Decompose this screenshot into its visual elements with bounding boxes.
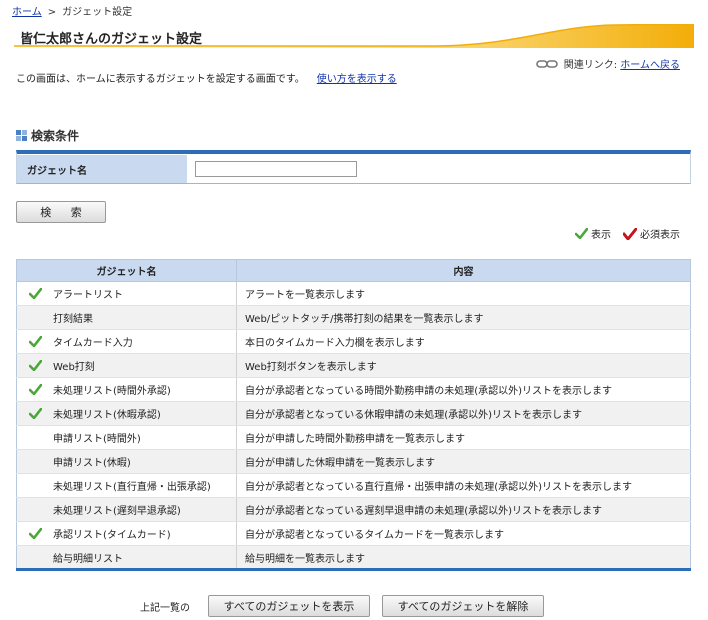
gadget-name-cell: 未処理リスト(休暇承認) [16,401,237,426]
gadget-content: 自分が承認者となっている直行直帰・出張申請の未処理(承認以外)リストを表示します [236,473,691,498]
related-links: 関連リンク: ホームへ戻る [535,56,680,71]
display-toggle[interactable] [17,408,53,419]
gadget-row[interactable]: 打刻結果 Web/ピットタッチ/携帯打刻の結果を一覧表示します [16,305,691,330]
gadget-name-cell: 申請リスト(時間外) [16,425,237,450]
gadget-row[interactable]: 未処理リスト(遅刻早退承認) 自分が承認者となっている遅刻早退申請の未処理(承認以… [16,497,691,522]
gadget-name-cell: 未処理リスト(直行直帰・出張承認) [16,473,237,498]
gadget-name: タイムカード入力 [53,338,133,349]
gadget-content: Web打刻ボタンを表示します [236,353,691,378]
gadget-name-cell: 未処理リスト(時間外承認) [16,377,237,402]
gadget-name-cell: 打刻結果 [16,305,237,330]
gadget-name: 承認リスト(タイムカード) [53,530,171,541]
title-bar: 皆仁太郎さんのガジェット設定 [14,24,694,48]
gadget-name: 給与明細リスト [53,553,123,565]
display-toggle[interactable] [17,384,53,395]
related-links-label: 関連リンク: [563,60,618,71]
gadget-content: 自分が申請した休暇申請を一覧表示します [236,449,691,474]
gadget-content: 自分が承認者となっているタイムカードを一覧表示します [236,521,691,546]
gadget-row[interactable]: 未処理リスト(時間外承認) 自分が承認者となっている時間外勤務申請の未処理(承認以… [16,377,691,402]
gadget-row[interactable]: タイムカード入力 本日のタイムカード入力欄を表示します [16,329,691,354]
search-section-title: 検索条件 [31,129,80,143]
gadget-table-body: アラートリスト アラートを一覧表示します打刻結果 Web/ピットタッチ/携帯打刻の結… [16,281,691,570]
gadget-row[interactable]: 申請リスト(時間外) 自分が申請した時間外勤務申請を一覧表示します [16,425,691,450]
search-button[interactable]: 検 索 [16,201,106,223]
breadcrumb-current: ガジェット設定 [62,7,133,18]
gadget-row[interactable]: 未処理リスト(直行直帰・出張承認) 自分が承認者となっている直行直帰・出張申請の未… [16,473,691,498]
gadget-name-cell: 未処理リスト(遅刻早退承認) [16,497,237,522]
gadget-content: Web/ピットタッチ/携帯打刻の結果を一覧表示します [236,305,691,330]
gadget-row[interactable]: 申請リスト(休暇) 自分が申請した休暇申請を一覧表示します [16,449,691,474]
gadget-content: アラートを一覧表示します [236,281,691,306]
green-check-icon [28,360,42,371]
breadcrumb-home-link[interactable]: ホーム [12,7,42,18]
gadget-name: 打刻結果 [53,314,93,325]
gadget-name: 未処理リスト(休暇承認) [53,410,161,421]
green-check-icon [28,408,42,419]
legend-required-label: 必須表示 [640,230,680,241]
red-check-icon [623,227,637,240]
page-title: 皆仁太郎さんのガジェット設定 [20,32,203,47]
display-toggle[interactable] [17,528,53,539]
search-form: ガジェット名 [16,150,691,184]
page-description: この画面は、ホームに表示するガジェットを設定する画面です。 使い方を表示する [16,70,397,85]
legend-display-label: 表示 [591,230,611,241]
gadget-table-header-row: ガジェット名 内容 [16,259,691,282]
gadget-name-cell: Web打刻 [16,353,237,378]
back-to-home-link[interactable]: ホームへ戻る [620,56,680,71]
header-content: 内容 [236,259,691,282]
gadget-content: 自分が承認者となっている時間外勤務申請の未処理(承認以外)リストを表示します [236,377,691,402]
display-toggle[interactable] [17,288,53,299]
gadget-name: 未処理リスト(直行直帰・出張承認) [53,482,211,493]
breadcrumb: ホーム > ガジェット設定 [12,3,132,18]
gadget-content: 本日のタイムカード入力欄を表示します [236,329,691,354]
gadget-name-input-cell [187,154,690,183]
gadget-name: Web打刻 [53,362,95,373]
legend-display: 表示 [575,226,611,241]
gadget-name: 申請リスト(休暇) [53,458,131,469]
gadget-row[interactable]: アラートリスト アラートを一覧表示します [16,281,691,306]
legend-required: 必須表示 [623,226,680,241]
gadget-row[interactable]: Web打刻 Web打刻ボタンを表示します [16,353,691,378]
gadget-row[interactable]: 承認リスト(タイムカード) 自分が承認者となっているタイムカードを一覧表示します [16,521,691,546]
green-check-icon [28,528,42,539]
gadget-name-label: ガジェット名 [17,154,187,183]
footer-label: 上記一覧の [140,603,190,614]
gadget-name: 申請リスト(時間外) [53,434,141,445]
green-check-icon [28,336,42,347]
gadget-name: 未処理リスト(時間外承認) [53,386,171,397]
show-all-gadgets-button[interactable]: すべてのガジェットを表示 [208,595,370,617]
gadget-name-cell: 申請リスト(休暇) [16,449,237,474]
gadget-row[interactable]: 未処理リスト(休暇承認) 自分が承認者となっている休暇申請の未処理(承認以外)リス… [16,401,691,426]
gadget-name-cell: アラートリスト [16,281,237,306]
gadget-content: 自分が承認者となっている遅刻早退申請の未処理(承認以外)リストを表示します [236,497,691,522]
display-toggle[interactable] [17,336,53,347]
gadget-row[interactable]: 給与明細リスト 給与明細を一覧表示します [16,545,691,570]
green-check-icon [28,384,42,395]
green-check-icon [575,228,588,239]
gadget-table: ガジェット名 内容 アラートリスト アラートを一覧表示します打刻結果 Web/ピット… [16,259,691,571]
display-toggle[interactable] [17,360,53,371]
gadget-name-cell: 給与明細リスト [16,545,237,570]
gadget-name-input[interactable] [195,160,357,177]
gadget-name: 未処理リスト(遅刻早退承認) [53,506,181,517]
gadget-name: アラートリスト [53,290,123,301]
breadcrumb-separator: > [47,7,57,18]
show-help-link[interactable]: 使い方を表示する [317,74,397,85]
gadget-content: 自分が承認者となっている休暇申請の未処理(承認以外)リストを表示します [236,401,691,426]
gadget-name-cell: 承認リスト(タイムカード) [16,521,237,546]
search-section-heading: 検索条件 [16,127,79,144]
chain-link-icon [535,59,558,68]
gadget-content: 給与明細を一覧表示します [236,545,691,570]
legend: 表示 必須表示 [563,226,680,241]
gadget-content: 自分が申請した時間外勤務申請を一覧表示します [236,425,691,450]
hide-all-gadgets-button[interactable]: すべてのガジェットを解除 [382,595,544,617]
header-gadget-name: ガジェット名 [16,259,237,282]
gadget-name-cell: タイムカード入力 [16,329,237,354]
green-check-icon [28,288,42,299]
description-text: この画面は、ホームに表示するガジェットを設定する画面です。 [16,74,305,85]
grid-square-icon [16,130,27,141]
